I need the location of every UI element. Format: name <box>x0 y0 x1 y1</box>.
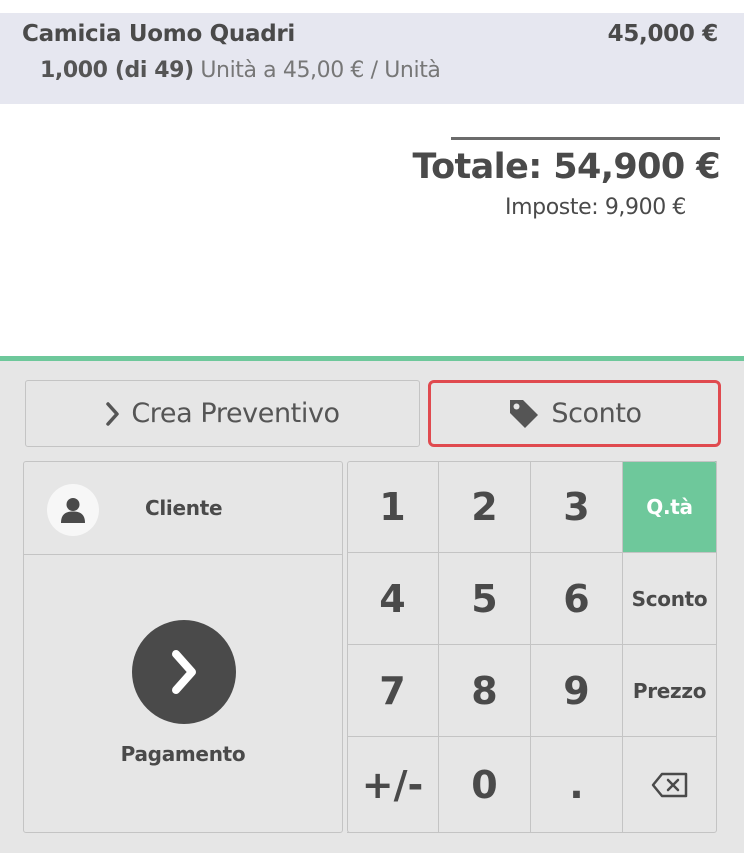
mode-quantity-button[interactable]: Q.tà <box>623 461 717 553</box>
mode-discount-button[interactable]: Sconto <box>623 553 717 645</box>
line-quantity: 1,000 (di 49) <box>40 58 194 83</box>
numpad-key-plus-minus[interactable]: +/- <box>347 737 439 833</box>
numpad-key-7[interactable]: 7 <box>347 645 439 737</box>
numpad-key-decimal[interactable]: . <box>531 737 623 833</box>
line-info: 1,000 (di 49) Unità a 45,00 € / Unità <box>40 58 441 83</box>
orderline-selected[interactable]: Camicia Uomo Quadri 45,000 € 1,000 (di 4… <box>0 13 744 104</box>
numpad-key-5[interactable]: 5 <box>439 553 531 645</box>
tag-icon <box>510 399 539 428</box>
backspace-button[interactable] <box>623 737 717 833</box>
discount-button[interactable]: Sconto <box>428 380 721 447</box>
line-price: 45,000 € <box>607 21 719 47</box>
customer-label: Cliente <box>145 496 223 520</box>
backspace-icon <box>651 772 688 798</box>
totals-divider <box>451 137 720 140</box>
create-quote-button[interactable]: Crea Preventivo <box>25 380 420 447</box>
actionpad: Cliente Pagamento <box>23 461 343 833</box>
order-taxes: Imposte: 9,900 € <box>505 195 686 220</box>
user-icon <box>61 498 85 523</box>
product-name: Camicia Uomo Quadri <box>22 21 295 47</box>
numpad-key-2[interactable]: 2 <box>439 461 531 553</box>
numpad-key-1[interactable]: 1 <box>347 461 439 553</box>
customer-button[interactable]: Cliente <box>24 462 342 555</box>
line-unit-info: Unità a 45,00 € / Unità <box>200 58 441 83</box>
numpad: 1 2 3 Q.tà 4 5 6 Sconto 7 8 9 Prezzo +/-… <box>347 461 717 833</box>
discount-label: Sconto <box>551 398 642 429</box>
order-total: Totale: 54,900 € <box>412 147 720 187</box>
numpad-key-8[interactable]: 8 <box>439 645 531 737</box>
payment-label: Pagamento <box>120 742 246 766</box>
create-quote-label: Crea Preventivo <box>131 398 340 429</box>
payment-button[interactable] <box>132 620 236 724</box>
control-panel: Crea Preventivo Sconto Cliente Pagamento <box>0 356 744 853</box>
chevron-right-icon <box>106 401 120 426</box>
numpad-key-3[interactable]: 3 <box>531 461 623 553</box>
numpad-key-0[interactable]: 0 <box>439 737 531 833</box>
numpad-key-9[interactable]: 9 <box>531 645 623 737</box>
numpad-key-4[interactable]: 4 <box>347 553 439 645</box>
chevron-right-icon <box>172 650 196 694</box>
numpad-key-6[interactable]: 6 <box>531 553 623 645</box>
mode-price-button[interactable]: Prezzo <box>623 645 717 737</box>
avatar <box>47 484 99 536</box>
